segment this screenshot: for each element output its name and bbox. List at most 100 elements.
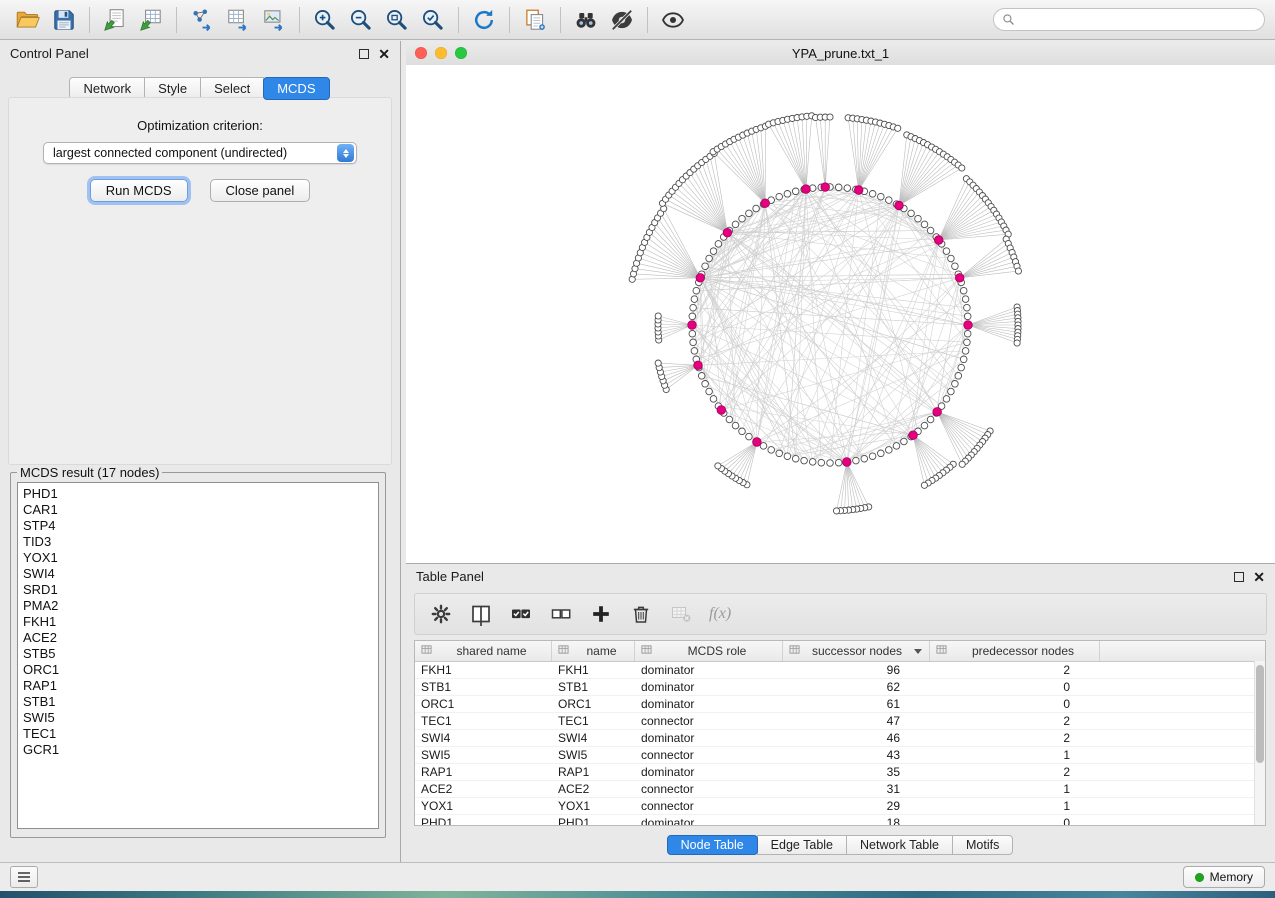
minimize-traffic-light[interactable] [435, 47, 447, 59]
criterion-select[interactable]: largest connected component (undirected) [43, 142, 357, 164]
cell-name: ACE2 [552, 781, 635, 797]
memory-status-icon [1195, 873, 1204, 882]
add-button[interactable] [587, 600, 615, 628]
network-canvas[interactable] [406, 65, 1275, 563]
mcds-result-item[interactable]: YOX1 [23, 550, 373, 566]
mcds-result-item[interactable]: ORC1 [23, 662, 373, 678]
cell-MCDS-role: connector [635, 713, 783, 729]
column-options-icon[interactable] [558, 644, 569, 658]
delete-icon [629, 602, 653, 626]
memory-button[interactable]: Memory [1183, 866, 1265, 888]
mcds-result-item[interactable]: PHD1 [23, 486, 373, 502]
mcds-result-item[interactable]: CAR1 [23, 502, 373, 518]
columns-button[interactable] [467, 600, 495, 628]
mcds-result-item[interactable]: STB1 [23, 694, 373, 710]
table-row[interactable]: SWI4SWI4dominator462 [415, 730, 1265, 747]
table-row[interactable]: TEC1TEC1connector472 [415, 713, 1265, 730]
table-row[interactable]: STB1STB1dominator620 [415, 679, 1265, 696]
table-row[interactable]: SWI5SWI5connector431 [415, 747, 1265, 764]
tab-node-table[interactable]: Node Table [667, 835, 758, 855]
copy-document-icon [522, 7, 548, 33]
deselect-all-button[interactable] [547, 600, 575, 628]
mcds-result-item[interactable]: TEC1 [23, 726, 373, 742]
close-icon[interactable]: ✕ [1253, 570, 1265, 584]
mcds-result-item[interactable]: STB5 [23, 646, 373, 662]
zoom-out-button[interactable] [343, 4, 379, 36]
search-box[interactable] [993, 8, 1265, 31]
criterion-selected-value: largest connected component (undirected) [53, 146, 337, 160]
float-icon[interactable] [1234, 572, 1244, 582]
mcds-result-item[interactable]: STP4 [23, 518, 373, 534]
zoom-selected-button[interactable] [415, 4, 451, 36]
refresh-button[interactable] [466, 4, 502, 36]
save-button[interactable] [46, 4, 82, 36]
select-all-button[interactable] [507, 600, 535, 628]
column-header-shared-name[interactable]: shared name [415, 641, 552, 661]
table-row[interactable]: FKH1FKH1dominator962 [415, 662, 1265, 679]
table-row[interactable]: PHD1PHD1dominator180 [415, 815, 1265, 826]
binoculars-button[interactable] [568, 4, 604, 36]
tab-edge-table[interactable]: Edge Table [757, 835, 847, 855]
tab-mcds[interactable]: MCDS [263, 77, 329, 100]
close-icon[interactable]: ✕ [378, 47, 390, 61]
cell-shared-name: ACE2 [415, 781, 552, 797]
zoom-fit-button[interactable] [379, 4, 415, 36]
mcds-result-item[interactable]: SRD1 [23, 582, 373, 598]
export-table-button[interactable] [220, 4, 256, 36]
mcds-result-item[interactable]: FKH1 [23, 614, 373, 630]
import-table-button[interactable] [133, 4, 169, 36]
column-header-predecessor-nodes[interactable]: predecessor nodes [930, 641, 1100, 661]
close-traffic-light[interactable] [415, 47, 427, 59]
table-row[interactable]: YOX1YOX1connector291 [415, 798, 1265, 815]
column-options-icon[interactable] [421, 644, 432, 658]
column-options-icon[interactable] [641, 644, 652, 658]
copy-document-button[interactable] [517, 4, 553, 36]
cell-MCDS-role: connector [635, 781, 783, 797]
desktop-wallpaper-edge [0, 891, 1275, 898]
show-panels-button[interactable] [10, 866, 38, 888]
column-header-name[interactable]: name [552, 641, 635, 661]
float-icon[interactable] [359, 49, 369, 59]
eye-button[interactable] [655, 4, 691, 36]
zoom-traffic-light[interactable] [455, 47, 467, 59]
tab-motifs[interactable]: Motifs [952, 835, 1013, 855]
import-file-button[interactable] [97, 4, 133, 36]
search-icon [1002, 13, 1015, 26]
node-table: shared namenameMCDS rolesuccessor nodesp… [414, 640, 1266, 826]
mcds-result-item[interactable]: ACE2 [23, 630, 373, 646]
table-scrollbar[interactable] [1254, 661, 1265, 825]
zoom-in-button[interactable] [307, 4, 343, 36]
column-options-icon[interactable] [936, 644, 947, 658]
column-header-successor-nodes[interactable]: successor nodes [783, 641, 930, 661]
mcds-result-item[interactable]: GCR1 [23, 742, 373, 758]
table-panel-title: Table Panel [416, 569, 484, 584]
export-image-button[interactable] [256, 4, 292, 36]
mcds-result-item[interactable]: PMA2 [23, 598, 373, 614]
open-folder-button[interactable] [10, 4, 46, 36]
sort-chevron-icon[interactable] [914, 649, 922, 654]
search-input[interactable] [1020, 12, 1256, 28]
cell-successor-nodes: 96 [783, 662, 930, 678]
delete-button[interactable] [627, 600, 655, 628]
cell-successor-nodes: 46 [783, 730, 930, 746]
gear-button[interactable] [427, 600, 455, 628]
mcds-result-list[interactable]: PHD1CAR1STP4TID3YOX1SWI4SRD1PMA2FKH1ACE2… [17, 482, 379, 829]
mcds-result-item[interactable]: SWI5 [23, 710, 373, 726]
column-options-icon[interactable] [789, 644, 800, 658]
tab-network-table[interactable]: Network Table [846, 835, 953, 855]
cell-predecessor-nodes: 1 [930, 747, 1100, 763]
toolbar-separator [458, 7, 459, 33]
table-row[interactable]: ACE2ACE2connector311 [415, 781, 1265, 798]
cell-shared-name: STB1 [415, 679, 552, 695]
scrollbar-thumb[interactable] [1256, 665, 1264, 763]
column-header-MCDS-role[interactable]: MCDS role [635, 641, 783, 661]
mcds-result-item[interactable]: TID3 [23, 534, 373, 550]
mcds-result-item[interactable]: RAP1 [23, 678, 373, 694]
close-panel-button[interactable]: Close panel [210, 179, 311, 202]
export-network-button[interactable] [184, 4, 220, 36]
table-row[interactable]: RAP1RAP1dominator352 [415, 764, 1265, 781]
mcds-result-item[interactable]: SWI4 [23, 566, 373, 582]
table-row[interactable]: ORC1ORC1dominator610 [415, 696, 1265, 713]
run-mcds-button[interactable]: Run MCDS [90, 179, 188, 202]
hide-style-button[interactable] [604, 4, 640, 36]
